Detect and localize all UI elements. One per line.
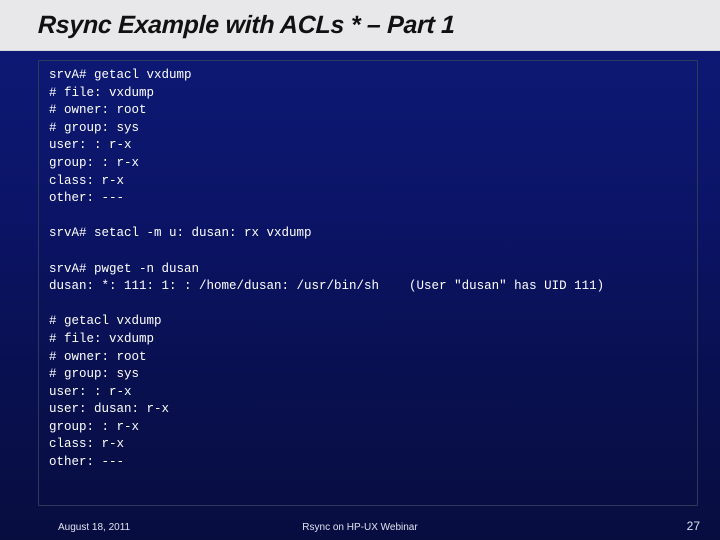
code-line: # file: vxdump — [49, 331, 687, 349]
page-number: 27 — [687, 519, 700, 533]
code-line: user: dusan: r-x — [49, 401, 687, 419]
title-bar: Rsync Example with ACLs * – Part 1 — [0, 0, 720, 51]
blank-line — [49, 208, 687, 226]
code-line: # owner: root — [49, 102, 687, 120]
footer-center: Rsync on HP-UX Webinar — [0, 522, 720, 533]
code-line: class: r-x — [49, 436, 687, 454]
code-line: dusan: *: 111: 1: : /home/dusan: /usr/bi… — [49, 278, 687, 296]
code-line: srvA# setacl -m u: dusan: rx vxdump — [49, 225, 687, 243]
code-line: # group: sys — [49, 366, 687, 384]
code-line: # file: vxdump — [49, 85, 687, 103]
code-line: # owner: root — [49, 349, 687, 367]
code-line: group: : r-x — [49, 419, 687, 437]
code-line: # group: sys — [49, 120, 687, 138]
code-line: user: : r-x — [49, 384, 687, 402]
blank-line — [49, 296, 687, 314]
code-line: # getacl vxdump — [49, 313, 687, 331]
blank-line — [49, 243, 687, 261]
terminal-content: srvA# getacl vxdump # file: vxdump # own… — [38, 60, 698, 506]
slide: Rsync Example with ACLs * – Part 1 srvA#… — [0, 0, 720, 540]
code-line: class: r-x — [49, 173, 687, 191]
code-line: srvA# getacl vxdump — [49, 67, 687, 85]
code-line: other: --- — [49, 454, 687, 472]
slide-title: Rsync Example with ACLs * – Part 1 — [37, 11, 455, 40]
code-line: other: --- — [49, 190, 687, 208]
code-line: group: : r-x — [49, 155, 687, 173]
code-line: user: : r-x — [49, 137, 687, 155]
code-line: srvA# pwget -n dusan — [49, 261, 687, 279]
